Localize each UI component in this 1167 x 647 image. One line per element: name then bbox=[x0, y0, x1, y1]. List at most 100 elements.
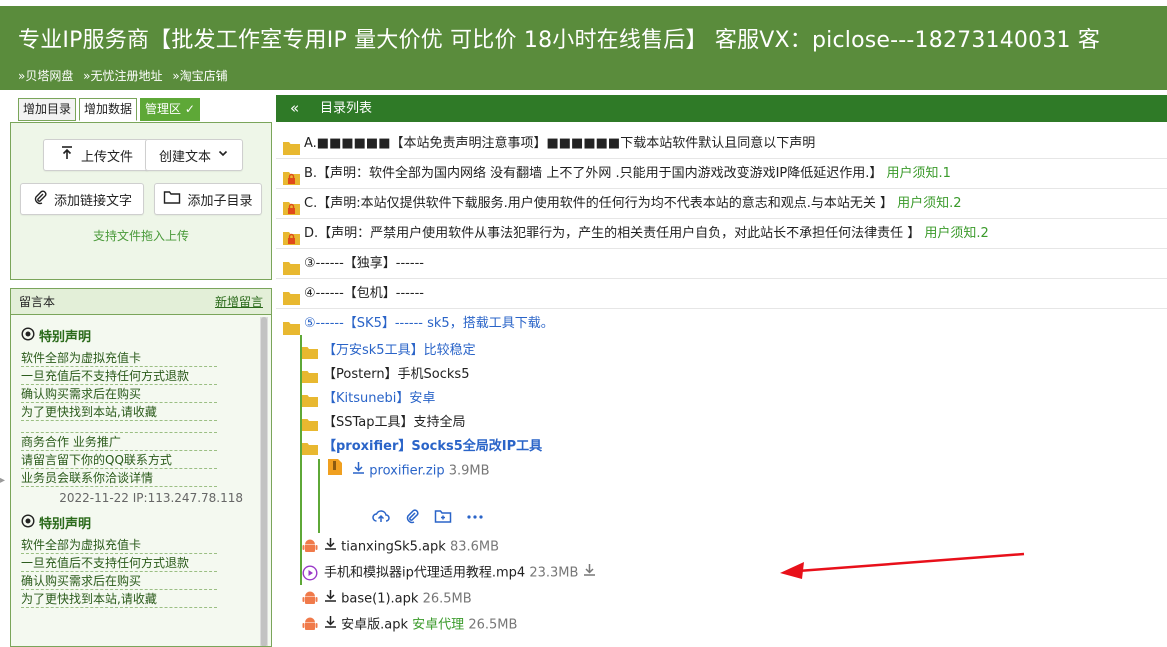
upload-cloud-icon[interactable] bbox=[372, 508, 390, 528]
upload-label: 上传文件 bbox=[80, 149, 133, 165]
dir-row[interactable]: A.■■■■■■【本站免责声明注意事项】■■■■■■下载本站软件默认且同意以下声… bbox=[276, 129, 1167, 159]
notice-line: 为了更快找到本站,请收藏 bbox=[21, 590, 217, 608]
scrollbar-thumb[interactable] bbox=[261, 317, 267, 646]
subfolder-label: 【万安sk5工具】比较稳定 bbox=[323, 343, 476, 358]
message-list: 特别声明 软件全部为虚拟充值卡 一旦充值后不支持任何方式退款 确认购买需求后在购… bbox=[11, 317, 259, 646]
paperclip-icon bbox=[32, 189, 48, 209]
download-icon[interactable] bbox=[583, 560, 596, 586]
add-link-label: 添加链接文字 bbox=[53, 193, 132, 209]
link-register[interactable]: »无忧注册地址 bbox=[83, 69, 162, 83]
file-size: 23.3MB bbox=[529, 565, 579, 581]
folder-icon bbox=[302, 440, 318, 464]
attach-link-icon[interactable] bbox=[404, 508, 420, 528]
file-name[interactable]: 安卓版.apk bbox=[341, 618, 408, 633]
create-text-label: 创建文本 bbox=[158, 149, 211, 165]
link-beta-pan[interactable]: »贝塔网盘 bbox=[18, 69, 73, 83]
folder-icon bbox=[302, 416, 318, 440]
dir-row-label: ③------【独享】------ bbox=[304, 256, 424, 271]
notice-gap bbox=[21, 421, 217, 433]
download-icon[interactable] bbox=[324, 534, 337, 560]
add-folder-icon[interactable] bbox=[434, 508, 452, 528]
subfolder-label: 【Postern】手机Socks5 bbox=[323, 367, 470, 382]
dir-row-text: D.【声明：严禁用户使用软件从事法犯罪行为，产生的相关责任用户自负，对此站长不承… bbox=[304, 226, 921, 241]
download-icon[interactable] bbox=[352, 460, 365, 482]
tab-bar: 增加目录 增加数据 管理区 ✓ bbox=[18, 98, 200, 122]
notice-line: 一旦充值后不支持任何方式退款 bbox=[21, 367, 217, 385]
download-icon[interactable] bbox=[324, 612, 337, 638]
new-message-link[interactable]: 新增留言 bbox=[215, 289, 263, 314]
message-board-title: 留言本 bbox=[19, 295, 56, 309]
upload-button[interactable]: 上传文件 bbox=[43, 139, 149, 171]
file-name[interactable]: tianxingSk5.apk bbox=[341, 540, 446, 555]
header-links: »贝塔网盘 »无忧注册地址 »淘宝店铺 bbox=[18, 67, 234, 84]
dir-row-note: 用户须知.1 bbox=[886, 166, 951, 181]
notice-title-text: 特别声明 bbox=[39, 517, 92, 532]
android-icon bbox=[302, 539, 318, 565]
file-label: 安卓版.apk 安卓代理 26.5MB bbox=[324, 612, 517, 639]
notice-line: 软件全部为虚拟充值卡 bbox=[21, 536, 217, 554]
create-text-button[interactable]: 创建文本 bbox=[145, 139, 243, 171]
android-icon bbox=[302, 617, 318, 643]
folder-icon bbox=[302, 368, 318, 392]
dir-row-label: ④------【包机】------ bbox=[304, 286, 424, 301]
add-link-button[interactable]: 添加链接文字 bbox=[20, 183, 144, 215]
site-title: 专业IP服务商【批发工作室专用IP 量大价优 可比价 18小时在线售后】 客服V… bbox=[18, 28, 1101, 53]
notice-line: 业务员会联系你洽谈详情 bbox=[21, 469, 217, 487]
upload-icon bbox=[59, 145, 75, 165]
directory-header: « 目录列表 bbox=[276, 95, 1167, 122]
notice-line: 请留言留下你的QQ联系方式 bbox=[21, 451, 217, 469]
folder-icon bbox=[302, 344, 318, 368]
notice-line: 确认购买需求后在购买 bbox=[21, 385, 217, 403]
double-chevron-left-icon[interactable]: « bbox=[290, 95, 299, 122]
subfolder-label: 【Kitsunebi】安卓 bbox=[323, 391, 436, 406]
file-name[interactable]: base(1).apk bbox=[341, 592, 418, 607]
dir-row-text: B.【声明：软件全部为国内网络 没有翻墙 上不了外网 .只能用于国内游戏改变游戏… bbox=[304, 166, 883, 181]
dir-row[interactable]: ④------【包机】------ bbox=[276, 279, 1167, 309]
file-name[interactable]: 手机和模拟器ip代理适用教程.mp4 bbox=[324, 566, 525, 581]
top-strip bbox=[0, 0, 1167, 6]
file-size: 83.6MB bbox=[449, 539, 500, 555]
folder-outline-icon bbox=[163, 189, 181, 209]
notice-icon bbox=[21, 513, 35, 532]
subfolder-label: 【proxifier】Socks5全局改IP工具 bbox=[323, 439, 543, 454]
file-label: 手机和模拟器ip代理适用教程.mp4 23.3MB bbox=[324, 560, 596, 587]
dir-row[interactable]: B.【声明：软件全部为国内网络 没有翻墙 上不了外网 .只能用于国内游戏改变游戏… bbox=[276, 159, 1167, 189]
dir-row[interactable]: D.【声明：严禁用户使用软件从事法犯罪行为，产生的相关责任用户自负，对此站长不承… bbox=[276, 219, 1167, 249]
directory-title: 目录列表 bbox=[320, 101, 373, 116]
drop-hint: 支持文件拖入上传 bbox=[92, 229, 189, 243]
dir-row-label: D.【声明：严禁用户使用软件从事法犯罪行为，产生的相关责任用户自负，对此站长不承… bbox=[304, 219, 989, 249]
dir-row[interactable]: C.【声明:本站仅提供软件下载服务.用户使用软件的任何行为均不代表本站的意志和观… bbox=[276, 189, 1167, 219]
folder-icon bbox=[302, 392, 318, 416]
tab-admin[interactable]: 管理区 ✓ bbox=[140, 98, 200, 121]
message-board: 留言本 新增留言 特别声明 软件全部为虚拟充值卡 一旦充值后不支持任何方式退款 … bbox=[10, 288, 272, 647]
notice-title-text: 特别声明 bbox=[39, 330, 92, 345]
dir-row-label: B.【声明：软件全部为国内网络 没有翻墙 上不了外网 .只能用于国内游戏改变游戏… bbox=[304, 159, 951, 189]
download-icon[interactable] bbox=[324, 586, 337, 612]
folder-actions bbox=[372, 508, 484, 528]
zip-file-row[interactable]: proxifier.zip 3.9MB bbox=[328, 459, 490, 481]
annotation-arrow-icon bbox=[780, 552, 1025, 579]
add-subdir-button[interactable]: 添加子目录 bbox=[154, 183, 262, 215]
more-icon[interactable] bbox=[466, 508, 484, 528]
chevron-down-icon bbox=[217, 147, 229, 163]
message-scrollbar[interactable] bbox=[260, 317, 268, 646]
open-folder-icon bbox=[283, 317, 300, 347]
file-size: 26.5MB bbox=[422, 591, 472, 607]
link-taobao[interactable]: »淘宝店铺 bbox=[172, 69, 227, 83]
android-icon bbox=[302, 591, 318, 617]
zip-file-name[interactable]: proxifier.zip bbox=[369, 464, 444, 479]
tab-add-data[interactable]: 增加数据 bbox=[79, 98, 138, 121]
notice-line: 商务合作 业务推广 bbox=[21, 433, 217, 451]
dir-row-note: 用户须知.2 bbox=[897, 196, 962, 211]
site-header: 专业IP服务商【批发工作室专用IP 量大价优 可比价 18小时在线售后】 客服V… bbox=[0, 0, 1167, 90]
tab-add-dir[interactable]: 增加目录 bbox=[18, 98, 77, 121]
notice-line: 为了更快找到本站,请收藏 bbox=[21, 403, 217, 421]
dir-row-expanded[interactable]: ⑤------【SK5】------ sk5，搭载工具下载。 bbox=[276, 309, 1167, 339]
zip-file-size: 3.9MB bbox=[448, 463, 490, 479]
left-panel: 增加目录 增加数据 管理区 ✓ 上传文件 创建文本 添加链接文字 添加子目录 支… bbox=[10, 95, 272, 647]
notice-title: 特别声明 bbox=[21, 326, 259, 345]
collapse-edge-icon[interactable]: ▸ bbox=[0, 475, 8, 489]
file-label: base(1).apk 26.5MB bbox=[324, 586, 472, 613]
dir-row[interactable]: ③------【独享】------ bbox=[276, 249, 1167, 279]
file-guide-line bbox=[318, 459, 320, 533]
